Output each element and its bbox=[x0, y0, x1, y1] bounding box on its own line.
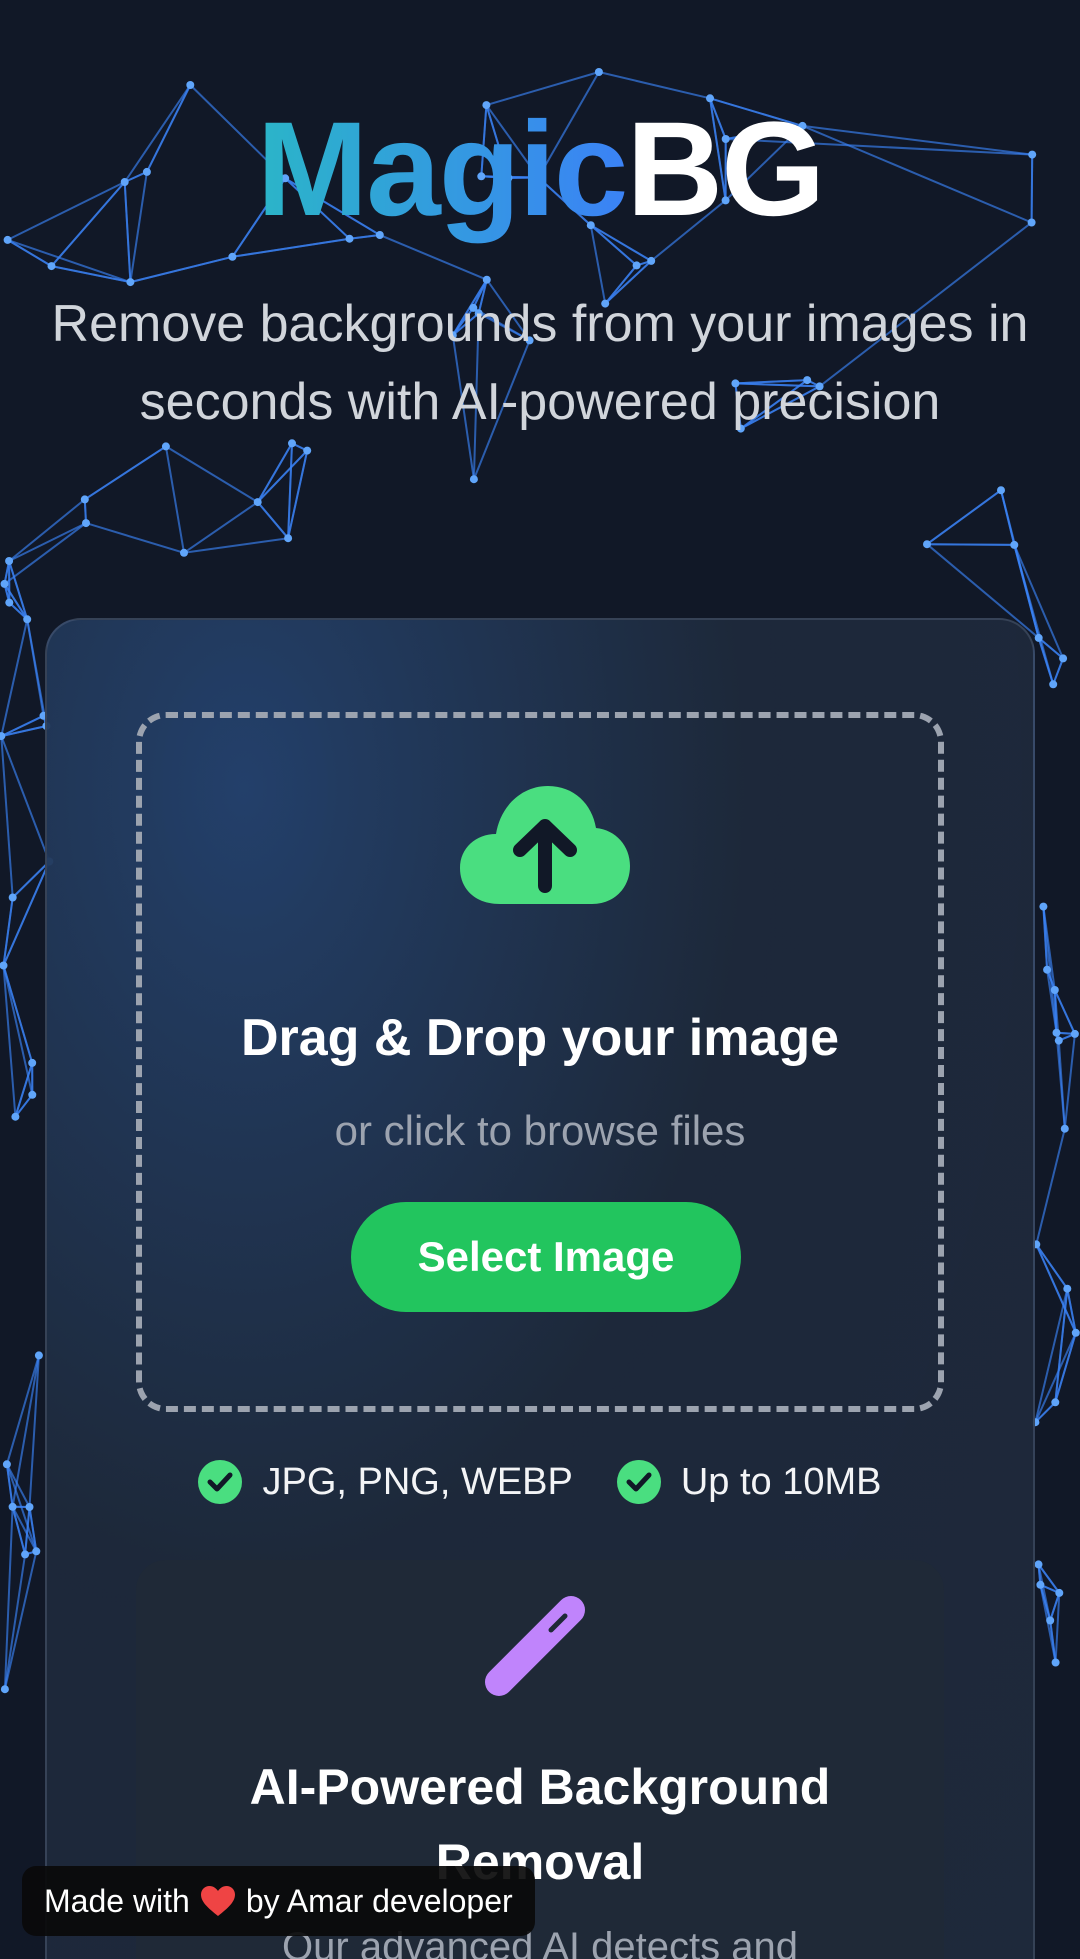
network-node bbox=[1055, 1588, 1064, 1597]
network-node bbox=[1050, 986, 1059, 994]
network-line bbox=[164, 446, 185, 553]
network-node bbox=[1046, 1616, 1055, 1625]
check-circle-icon bbox=[616, 1460, 661, 1504]
brand-name-part1: Magic bbox=[256, 95, 629, 244]
network-node bbox=[21, 1550, 30, 1559]
network-line bbox=[1034, 1332, 1077, 1423]
brand-name-part2: BG bbox=[626, 95, 825, 244]
check-circle-icon bbox=[198, 1460, 243, 1504]
network-line bbox=[183, 501, 259, 554]
network-node bbox=[186, 81, 195, 89]
network-node bbox=[28, 1058, 37, 1067]
format-badges: JPG, PNG, WEBP Up to 10MB bbox=[47, 1460, 1033, 1504]
size-badge: Up to 10MB bbox=[616, 1460, 882, 1504]
network-node bbox=[1052, 1028, 1061, 1037]
network-node bbox=[161, 442, 170, 451]
network-line bbox=[1, 725, 47, 738]
magic-wand-icon bbox=[485, 1596, 585, 1696]
cloud-upload-icon bbox=[460, 786, 630, 904]
network-line bbox=[11, 860, 51, 899]
dropzone-subtitle: or click to browse files bbox=[334, 1107, 746, 1154]
network-node bbox=[180, 548, 188, 557]
made-with-prefix: Made with bbox=[44, 1882, 190, 1919]
app-page: MagicBG Remove backgrounds from your ima… bbox=[0, 0, 1080, 1959]
network-node bbox=[1034, 633, 1043, 642]
network-node bbox=[82, 519, 90, 528]
network-line bbox=[256, 501, 289, 539]
network-line bbox=[1063, 1033, 1076, 1129]
network-line bbox=[14, 1062, 34, 1117]
network-line bbox=[926, 489, 1002, 546]
network-line bbox=[1035, 1128, 1066, 1245]
heart-icon bbox=[200, 1886, 235, 1916]
network-node bbox=[5, 598, 14, 607]
network-node bbox=[32, 1547, 41, 1556]
network-node bbox=[25, 1503, 34, 1511]
network-node bbox=[34, 1351, 43, 1360]
network-node bbox=[0, 961, 8, 970]
network-node bbox=[1036, 1580, 1045, 1589]
network-line bbox=[26, 619, 45, 716]
badge-label: Up to 10MB bbox=[680, 1460, 882, 1503]
network-node bbox=[1049, 680, 1058, 689]
network-node bbox=[1051, 1658, 1060, 1667]
network-node bbox=[284, 534, 293, 543]
network-node bbox=[2, 1460, 11, 1469]
network-node bbox=[28, 1090, 37, 1099]
network-node bbox=[594, 68, 603, 76]
network-line bbox=[0, 714, 44, 738]
network-node bbox=[1039, 902, 1048, 911]
network-line bbox=[183, 537, 289, 554]
brand-logo: MagicBG bbox=[0, 95, 1080, 245]
network-line bbox=[84, 445, 167, 501]
network-node bbox=[253, 498, 262, 507]
network-line bbox=[0, 619, 29, 737]
network-node bbox=[1060, 1124, 1069, 1133]
network-node bbox=[469, 475, 478, 484]
network-node bbox=[1034, 1560, 1043, 1569]
badge-label: JPG, PNG, WEBP bbox=[262, 1460, 573, 1503]
network-node bbox=[0, 1685, 9, 1694]
upload-dropzone[interactable]: Drag & Drop your image or click to brows… bbox=[136, 712, 944, 1412]
network-node bbox=[1059, 654, 1068, 663]
upload-card: Drag & Drop your image or click to brows… bbox=[45, 618, 1035, 1959]
made-with-suffix: by Amar developer bbox=[245, 1882, 513, 1919]
network-line bbox=[165, 445, 259, 503]
network-node bbox=[923, 540, 931, 549]
hero-tagline: Remove backgrounds from your images in s… bbox=[51, 295, 1029, 431]
network-node bbox=[1063, 1284, 1072, 1293]
network-node bbox=[80, 495, 89, 504]
network-node bbox=[5, 557, 14, 565]
dropzone-title: Drag & Drop your image bbox=[240, 1009, 840, 1067]
network-line bbox=[926, 543, 1015, 546]
network-node bbox=[0, 579, 9, 588]
network-line bbox=[1055, 1032, 1066, 1129]
select-image-button[interactable]: Select Image bbox=[351, 1202, 741, 1312]
network-line bbox=[1035, 1243, 1069, 1290]
format-badge: JPG, PNG, WEBP bbox=[198, 1460, 573, 1504]
network-line bbox=[1052, 658, 1065, 685]
network-node bbox=[1043, 965, 1052, 974]
hero-section: MagicBG Remove backgrounds from your ima… bbox=[0, 95, 1080, 441]
network-node bbox=[1071, 1328, 1080, 1337]
network-node bbox=[8, 1502, 17, 1511]
network-node bbox=[1054, 1036, 1063, 1045]
network-node bbox=[303, 446, 312, 455]
network-node bbox=[23, 615, 32, 624]
made-with-badge[interactable]: Made with by Amar developer bbox=[22, 1866, 535, 1936]
network-node bbox=[11, 1112, 20, 1121]
network-node bbox=[0, 732, 6, 741]
network-line bbox=[85, 522, 185, 554]
network-node bbox=[997, 486, 1005, 495]
network-line bbox=[1066, 1288, 1077, 1333]
network-node bbox=[1051, 1398, 1060, 1407]
network-node bbox=[1070, 1029, 1079, 1038]
network-node bbox=[1010, 540, 1019, 549]
network-node bbox=[8, 893, 17, 902]
